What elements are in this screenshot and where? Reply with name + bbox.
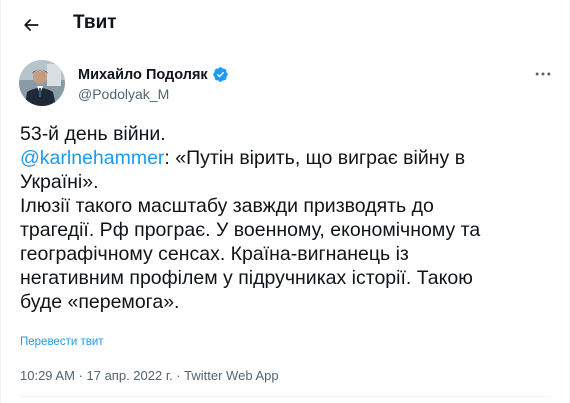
- tweet-line: буде «перемога».: [20, 291, 180, 313]
- tweet-line-text: : «Путін вірить, що виграє війну в: [164, 147, 466, 169]
- tweet-line: 53-й день війни.: [20, 123, 166, 145]
- tweet-date[interactable]: 17 апр. 2022 г.: [87, 368, 173, 383]
- author-name[interactable]: Михайло Подоляк: [78, 67, 208, 83]
- tweet-line: географічному сенсах. Країна-вигнанець і…: [20, 243, 409, 265]
- mention-link[interactable]: @karlnehammer: [20, 147, 164, 169]
- tweet-page: Твит Михайло Подоляк @Podolyak_M 53-й де…: [0, 0, 570, 403]
- author-handle[interactable]: @Podolyak_M: [78, 86, 169, 102]
- tweet-source[interactable]: Twitter Web App: [184, 368, 278, 383]
- back-button[interactable]: [15, 9, 47, 41]
- verified-badge-icon: [212, 67, 228, 82]
- tweet-text: 53-й день війни. @karlnehammer: «Путін в…: [20, 122, 560, 314]
- more-horizontal-icon: [535, 72, 551, 76]
- page-title: Твит: [73, 12, 117, 33]
- more-button[interactable]: [531, 64, 555, 84]
- divider: [20, 396, 550, 397]
- tweet-line: трагедії. Рф програє. У военному, економ…: [20, 219, 481, 241]
- avatar-image: [19, 60, 65, 106]
- tweet-line: Ілюзії такого масштабу завжди призводять…: [20, 195, 434, 217]
- meta-separator: ·: [74, 368, 87, 383]
- tweet-line: негативним профілем у підручниках історі…: [20, 267, 473, 289]
- meta-separator: ·: [172, 368, 185, 383]
- author-name-row: Михайло Подоляк: [78, 66, 229, 83]
- translate-tweet-link[interactable]: Перевести твит: [20, 336, 104, 348]
- avatar[interactable]: [19, 60, 65, 106]
- tweet-meta: 10:29 AM · 17 апр. 2022 г. · Twitter Web…: [20, 368, 279, 383]
- tweet-line: @karlnehammer: «Путін вірить, що виграє …: [20, 146, 560, 170]
- arrow-left-icon: [24, 19, 39, 31]
- tweet-time[interactable]: 10:29 AM: [20, 368, 75, 383]
- tweet-line: Україні».: [20, 171, 99, 193]
- top-bar: Твит: [1, 0, 569, 50]
